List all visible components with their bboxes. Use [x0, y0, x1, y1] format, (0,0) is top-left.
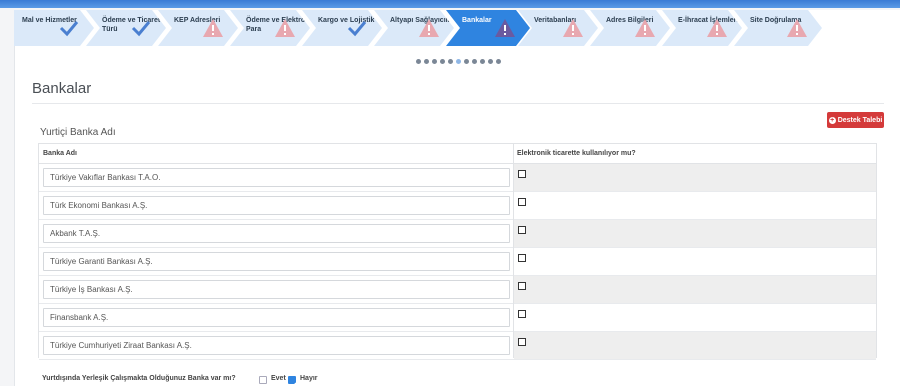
section-title: Yurtiçi Banka Adı	[40, 127, 116, 138]
table-row: Türk Ekonomi Bankası A.Ş.	[39, 192, 876, 220]
pagination-dot[interactable]	[432, 59, 437, 64]
bank-name-field[interactable]: Türkiye Vakıflar Bankası T.A.O.	[43, 168, 510, 187]
bank-name-field[interactable]: Türkiye Cumhuriyeti Ziraat Bankası A.Ş.	[43, 336, 510, 355]
option-evet-checkbox[interactable]	[259, 376, 267, 384]
pagination-dot[interactable]	[496, 59, 501, 64]
pagination-dot[interactable]	[456, 59, 461, 64]
ecommerce-used-cell	[514, 304, 876, 331]
table-row: Türkiye Vakıflar Bankası T.A.O.	[39, 164, 876, 192]
ecommerce-used-cell	[514, 192, 876, 219]
step-9[interactable]: Adres Bilgileri	[590, 10, 670, 46]
table-row: Türkiye İş Bankası A.Ş.	[39, 276, 876, 304]
ecommerce-used-checkbox[interactable]	[518, 310, 526, 318]
support-button-label: Destek Talebi	[837, 116, 883, 124]
ecommerce-used-cell	[514, 332, 876, 359]
step-8[interactable]: Veritabanları	[518, 10, 598, 46]
pagination-dot[interactable]	[440, 59, 445, 64]
step-1[interactable]: Mal ve Hizmetler	[14, 10, 94, 46]
step-2[interactable]: Ödeme ve Ticaret Türü	[86, 10, 166, 46]
bank-name-field[interactable]: Akbank T.A.Ş.	[43, 224, 510, 243]
wizard-steps: Mal ve Hizmetler Ödeme ve Ticaret Türü KEP…	[14, 10, 822, 46]
pagination-dot[interactable]	[480, 59, 485, 64]
pagination-dot[interactable]	[448, 59, 453, 64]
step-3[interactable]: KEP Adresleri	[158, 10, 238, 46]
warning-icon	[274, 18, 296, 38]
pagination-dot[interactable]	[424, 59, 429, 64]
plus-icon: +	[828, 116, 836, 124]
warning-icon	[634, 18, 656, 38]
bank-name-cell: Türk Ekonomi Bankası A.Ş.	[39, 192, 513, 219]
warning-icon	[494, 18, 516, 38]
pagination-dot[interactable]	[488, 59, 493, 64]
bank-name-cell: Türkiye Vakıflar Bankası T.A.O.	[39, 164, 513, 191]
step-4[interactable]: Ödeme ve Elektronik Para	[230, 10, 310, 46]
bank-name-cell: Akbank T.A.Ş.	[39, 220, 513, 247]
check-icon	[346, 18, 368, 38]
option-hayir-checkbox[interactable]	[288, 376, 297, 386]
bank-name-cell: Finansbank A.Ş.	[39, 304, 513, 331]
bank-name-field[interactable]: Türkiye Garanti Bankası A.Ş.	[43, 252, 510, 271]
header-ecommerce-used: Elektronik ticarette kullanılıyor mu?	[517, 150, 636, 157]
table-row: Türkiye Garanti Bankası A.Ş.	[39, 248, 876, 276]
table-header: Banka Adı Elektronik ticarette kullanılı…	[39, 144, 876, 164]
bank-name-field[interactable]: Finansbank A.Ş.	[43, 308, 510, 327]
warning-icon	[562, 18, 584, 38]
bank-name-cell: Türkiye Cumhuriyeti Ziraat Bankası A.Ş.	[39, 332, 513, 359]
support-request-button[interactable]: + Destek Talebi	[827, 112, 884, 128]
table-row: Türkiye Cumhuriyeti Ziraat Bankası A.Ş.	[39, 332, 876, 360]
ecommerce-used-checkbox[interactable]	[518, 170, 526, 178]
warning-icon	[202, 18, 224, 38]
ecommerce-used-checkbox[interactable]	[518, 282, 526, 290]
table-row: Finansbank A.Ş.	[39, 304, 876, 332]
pagination-dot[interactable]	[464, 59, 469, 64]
check-icon	[58, 18, 80, 38]
ecommerce-used-cell	[514, 248, 876, 275]
ecommerce-used-cell	[514, 164, 876, 191]
warning-icon	[418, 18, 440, 38]
step-11[interactable]: Site Doğrulama	[734, 10, 822, 46]
header-bank-name: Banka Adı	[43, 150, 77, 157]
ecommerce-used-checkbox[interactable]	[518, 254, 526, 262]
bank-name-cell: Türkiye Garanti Bankası A.Ş.	[39, 248, 513, 275]
bank-name-field[interactable]: Türkiye İş Bankası A.Ş.	[43, 280, 510, 299]
step-10[interactable]: E-İhracat İşlemleri	[662, 10, 742, 46]
table-row: Akbank T.A.Ş.	[39, 220, 876, 248]
ecommerce-used-checkbox[interactable]	[518, 338, 526, 346]
title-divider	[32, 103, 884, 104]
step-label: Site Doğrulama	[750, 17, 802, 24]
check-icon	[130, 18, 152, 38]
column-divider	[513, 144, 514, 357]
option-hayir-label: Hayır	[300, 375, 318, 382]
check-icon	[290, 382, 297, 386]
ecommerce-used-cell	[514, 220, 876, 247]
ecommerce-used-checkbox[interactable]	[518, 226, 526, 234]
step-5[interactable]: Kargo ve Lojistik	[302, 10, 382, 46]
warning-icon	[786, 18, 808, 38]
step-6[interactable]: Altyapı Sağlayıcıları	[374, 10, 454, 46]
step-label: Mal ve Hizmetler	[22, 17, 77, 24]
ecommerce-used-checkbox[interactable]	[518, 198, 526, 206]
page-title: Bankalar	[32, 80, 92, 97]
banks-table: Banka Adı Elektronik ticarette kullanılı…	[38, 143, 877, 360]
step-pagination	[416, 59, 501, 65]
foreign-bank-question: Yurtdışında Yerleşik Çalışmakta Olduğunu…	[42, 375, 236, 382]
warning-icon	[706, 18, 728, 38]
option-evet-label: Evet	[271, 375, 286, 382]
step-7[interactable]: Bankalar	[446, 10, 530, 46]
ecommerce-used-cell	[514, 276, 876, 303]
bank-name-cell: Türkiye İş Bankası A.Ş.	[39, 276, 513, 303]
pagination-dot[interactable]	[416, 59, 421, 64]
top-banner	[0, 0, 900, 8]
pagination-dot[interactable]	[472, 59, 477, 64]
bank-name-field[interactable]: Türk Ekonomi Bankası A.Ş.	[43, 196, 510, 215]
